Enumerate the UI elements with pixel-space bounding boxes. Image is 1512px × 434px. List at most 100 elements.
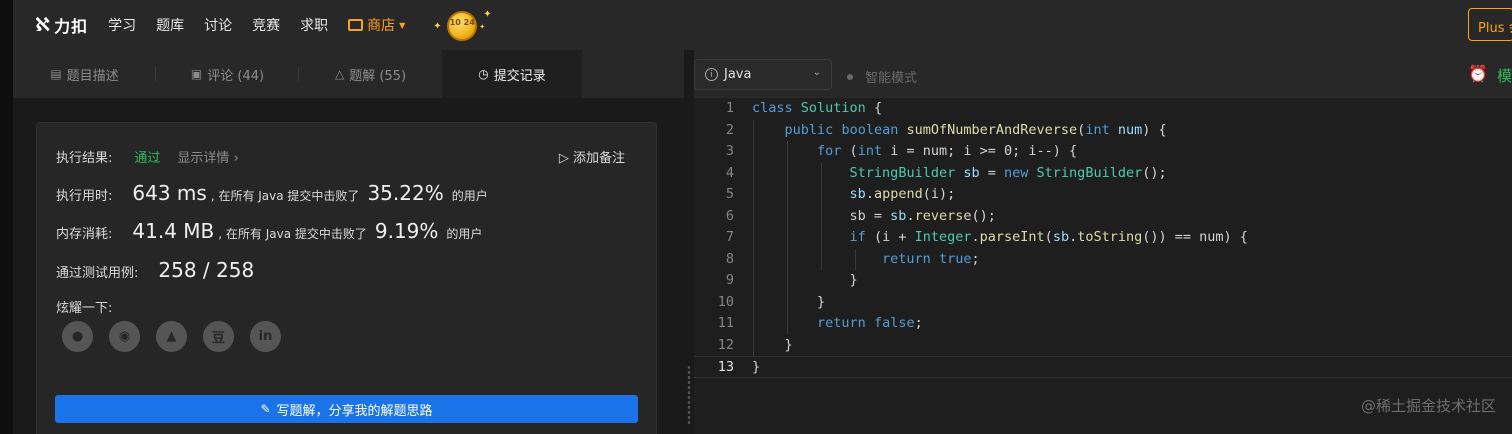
wechat-icon[interactable]: ● [62,321,93,352]
code-line: 7 if (i + Integer.parseInt(sb.toString()… [694,227,1512,249]
testcases-row: 通过测试用例: 258 / 258 [56,258,258,282]
mock-mode-label[interactable]: 模 [1497,65,1512,86]
code-line: 4 StringBuilder sb = new StringBuilder()… [694,163,1512,185]
language-select[interactable]: i Java ⌄ [694,59,832,90]
top-nav: ℵ 力扣 学习 题库 讨论 竞赛 求职 商店 ▼ ✦ 10 24 ✦ ✦ Plu… [13,0,1512,50]
line-number: 7 [725,229,734,245]
weibo-icon[interactable]: ◉ [109,321,140,352]
coin-1024-icon: 10 24 [447,11,478,41]
show-details-link[interactable]: 显示详情 › [177,147,238,166]
play-outline-icon: ▷ [558,151,569,166]
description-icon: ▤ [50,67,62,81]
nav-link-discuss[interactable]: 讨论 [204,15,232,35]
code-line: 9 } [694,270,1512,292]
code-line: 3 for (int i = num; i >= 0; i--) { [694,141,1512,163]
comment-icon: ▣ [190,67,203,81]
share-row: 炫耀一下: [56,297,112,316]
code-line: 5 sb.append(i); [694,184,1512,206]
runtime-text: , 在所有 Java 提交中击败了 [210,189,360,203]
memory-suffix: 的用户 [446,227,483,241]
clock-icon: ◷ [478,67,489,81]
pencil-icon: ✎ [260,402,271,416]
code-line: 10 } [694,292,1512,314]
line-number: 6 [725,207,734,224]
problem-tabs: ▤ 题目描述 ▣ 评论 (44) △ 题解 (55) ◷ 提交记录 [13,50,684,98]
tab-label: 提交记录 [493,68,546,84]
watermark: @稀土掘金技术社区 [1360,397,1496,415]
code-text: class Solution { [752,100,883,116]
problem-panel: ▤ 题目描述 ▣ 评论 (44) △ 题解 (55) ◷ 提交记录 执行结果: … [13,50,684,434]
shop-menu[interactable]: 商店 ▼ [348,15,405,35]
add-note-button[interactable]: ▷ 添加备注 [559,147,625,166]
plus-membership-button[interactable]: Plus 会 [1468,8,1512,41]
tab-comments[interactable]: ▣ 评论 (44) [156,50,299,98]
line-number: 9 [725,272,734,288]
douban-icon[interactable]: 豆 [203,321,234,352]
flask-icon: △ [334,67,345,81]
share-label: 炫耀一下: [56,301,113,316]
line-number: 2 [725,121,734,138]
code-area[interactable]: 1 class Solution { 2 public boolean sumOf… [694,98,1512,378]
submission-result-card: 执行结果: 通过 显示详情 › ▷ 添加备注 执行用时: 643 ms , 在所… [36,122,657,434]
alarm-clock-icon[interactable]: ⏰ [1468,64,1488,83]
line-number: 4 [725,164,734,181]
panel-resize-handle[interactable] [684,50,694,434]
chevron-right-icon: › [233,151,239,166]
tab-label: 题解 (55) [349,68,407,84]
line-number: 12 [717,336,734,353]
write-solution-button[interactable]: ✎ 写题解，分享我的解题思路 [55,395,638,423]
sparkle-icon: ✦ [479,23,486,31]
code-text: public boolean sumOfNumberAndReverse(int… [784,121,1167,138]
testcases-label: 通过测试用例: [56,266,139,281]
code-text: if (i + Integer.parseInt(sb.toString()) … [849,229,1248,245]
linkedin-icon[interactable]: in [250,321,281,352]
runtime-value: 643 ms [132,181,207,205]
tab-description[interactable]: ▤ 题目描述 [13,50,156,98]
runtime-label: 执行用时: [56,189,113,204]
shop-label: 商店 [367,18,396,34]
sparkle-icon: ✦ [433,21,442,32]
sparkle-icon: ✦ [483,9,492,20]
code-text: } [752,336,793,353]
event-badge[interactable]: ✦ 10 24 ✦ ✦ [431,5,492,45]
code-line: 1 class Solution { [694,98,1512,120]
code-text: sb = sb.reverse(); [752,207,996,224]
nav-link-contest[interactable]: 竞赛 [252,15,280,35]
leetcode-app: ℵ 力扣 学习 题库 讨论 竞赛 求职 商店 ▼ ✦ 10 24 ✦ ✦ Plu… [0,0,1512,434]
runtime-percentile: 35.22% [367,181,444,205]
code-line: 11 return false; [694,313,1512,335]
code-text: } [752,293,826,310]
memory-percentile: 9.19% [374,219,439,243]
tab-solutions[interactable]: △ 题解 (55) [299,50,442,98]
nav-links: 学习 题库 讨论 竞赛 求职 [108,15,348,35]
line-number: 11 [717,315,734,331]
line-number: 13 [717,359,734,375]
memory-text: , 在所有 Java 提交中击败了 [218,227,367,241]
code-text: StringBuilder sb = new StringBuilder(); [849,164,1167,181]
tab-submissions[interactable]: ◷ 提交记录 [442,50,582,98]
nav-link-learn[interactable]: 学习 [108,15,136,35]
status-badge: 通过 [134,151,161,166]
logo-text: 力扣 [54,17,89,36]
nav-link-jobs[interactable]: 求职 [300,15,328,35]
code-line: 12 } [694,335,1512,357]
nav-link-problems[interactable]: 题库 [156,15,184,35]
memory-row: 内存消耗: 41.4 MB , 在所有 Java 提交中击败了 9.19% 的用… [56,219,482,243]
runtime-suffix: 的用户 [451,189,488,203]
code-text: sb.append(i); [849,186,956,202]
line-number: 10 [717,293,734,310]
leetcode-logo-icon: ℵ [35,14,51,36]
smart-mode-label: 智能模式 [865,71,918,86]
info-icon: i [705,68,718,81]
code-line: 6 sb = sb.reverse(); [694,206,1512,228]
qq-icon[interactable]: ▲ [156,321,187,352]
tab-label: 题目描述 [66,68,119,84]
runtime-row: 执行用时: 643 ms , 在所有 Java 提交中击败了 35.22% 的用… [56,181,488,205]
smart-mode-dot-icon [847,73,853,80]
window-edge [0,0,13,434]
code-line-current: 13} [694,356,1512,378]
code-text: return true; [882,250,980,267]
logo[interactable]: ℵ 力扣 [35,13,88,37]
smart-mode-toggle[interactable]: 智能模式 [847,67,917,86]
caret-down-icon: ▼ [399,20,406,30]
